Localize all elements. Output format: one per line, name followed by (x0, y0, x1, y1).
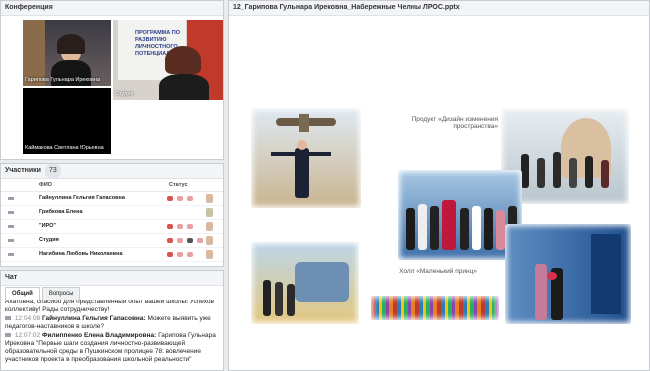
message-time: 12:04:08 (14, 315, 41, 322)
screen-icon[interactable] (187, 252, 193, 257)
column-name: ФИО (39, 182, 52, 188)
participant-name: Студия (39, 237, 59, 243)
video-tile-kaymakova[interactable]: Каймакова Светлана Юрьевна (23, 88, 111, 154)
message-icon (5, 333, 11, 337)
camera-icon[interactable] (177, 224, 183, 229)
video-tile-garipova[interactable]: Гарипова Гульнара Ирековна (23, 20, 111, 86)
camera-icon[interactable] (177, 252, 183, 257)
mic-icon[interactable] (167, 238, 173, 243)
tab-questions[interactable]: Вопросы (41, 287, 81, 300)
message-author: Гайнуллина Гельгия Гапасовна: (41, 315, 146, 322)
mic-icon[interactable] (167, 224, 173, 229)
participant-row[interactable]: Нагибина Любовь Николаевна (1, 248, 223, 262)
mic-icon[interactable] (167, 252, 173, 257)
slide-photo-airplane (251, 108, 361, 208)
avatar (206, 222, 213, 231)
participant-name: Гайнуллина Гельгия Гапасовна (39, 195, 125, 201)
camera-icon[interactable] (177, 196, 183, 201)
message-time: 12:07:02 (14, 332, 41, 339)
caption-product: Продукт «Дизайн изменения пространства» (411, 116, 498, 130)
screen-icon[interactable] (187, 196, 193, 201)
chat-title: Чат (1, 271, 223, 286)
presentation-panel: 12_Гарипова Гульнара Ирековна_Набережные… (228, 0, 650, 371)
presentation-file-title: 12_Гарипова Гульнара Ирековна_Набережные… (229, 1, 649, 16)
participant-row[interactable]: Грибкова Елена (1, 206, 223, 220)
caption-hall: Холл «Маленький принц» (399, 268, 477, 275)
message-text: Ахатовна, спасибо для представленный опы… (5, 300, 214, 313)
participant-name: Нагибина Любовь Николаевна (39, 251, 123, 257)
drag-handle-icon (8, 225, 14, 228)
participants-count-badge: 73 (44, 164, 61, 178)
tab-general[interactable]: Общий (5, 287, 40, 300)
slide-photo-little-prince (505, 224, 631, 324)
video-label: Гарипова Гульнара Ирековна (25, 77, 101, 83)
chat-panel: Чат Общий Вопросы Ахатовна, спасибо для п… (0, 270, 224, 371)
participants-table-header: ФИО Статус (1, 179, 223, 192)
participant-row[interactable]: Студия (1, 234, 223, 248)
participants-title-label: Участники (5, 167, 41, 174)
message-author: Филиппенко Елена Владимировна: (41, 332, 157, 339)
participant-row[interactable]: Гайнуллина Гельгия Гапасовна (1, 192, 223, 206)
avatar (206, 250, 213, 259)
chat-message: Ахатовна, спасибо для представленный опы… (5, 300, 217, 314)
video-label: Каймакова Светлана Юрьевна (25, 145, 104, 151)
participant-name: "ИРО" (39, 223, 57, 229)
slide-photo-books (371, 296, 499, 320)
avatar (206, 194, 213, 203)
slide-photo-group (398, 170, 522, 260)
conference-panel: Конференция Гарипова Гульнара Ирековна П… (0, 0, 224, 160)
conference-title: Конференция (1, 1, 223, 16)
message-icon (5, 316, 11, 320)
camera-icon[interactable] (177, 238, 183, 243)
chat-tabs: Общий Вопросы (5, 287, 82, 300)
drag-handle-icon (8, 239, 14, 242)
participant-name: Грибкова Елена (39, 209, 83, 215)
participants-panel: Участники 73 ФИО Статус Гайнуллина Гельги… (0, 163, 224, 267)
video-label: Студия (115, 91, 134, 97)
screen-icon[interactable] (187, 224, 193, 229)
avatar (206, 236, 213, 245)
chat-message: 12:04:08 Гайнуллина Гельгия Гапасовна: М… (5, 315, 217, 331)
participants-title: Участники 73 (1, 164, 223, 179)
chat-messages[interactable]: Ахатовна, спасибо для представленный опы… (5, 300, 217, 370)
drag-handle-icon (8, 197, 14, 200)
column-status: Статус (169, 182, 188, 188)
video-tile-studio[interactable]: ПРОГРАММА ПО РАЗВИТИЮ ЛИЧНОСТНОГО ПОТЕНЦ… (113, 20, 223, 100)
presentation-slide: Продукт «Дизайн изменения пространства» (233, 100, 647, 332)
avatar (206, 208, 213, 217)
slide-photo-book (251, 242, 359, 324)
mic-icon[interactable] (167, 196, 173, 201)
participant-row[interactable]: "ИРО" (1, 220, 223, 234)
drag-handle-icon (8, 253, 14, 256)
settings-icon[interactable] (197, 238, 203, 243)
chat-message: 12:07:02 Филиппенко Елена Владимировна: … (5, 332, 217, 364)
drag-handle-icon (8, 211, 14, 214)
screen-icon[interactable] (187, 238, 193, 243)
